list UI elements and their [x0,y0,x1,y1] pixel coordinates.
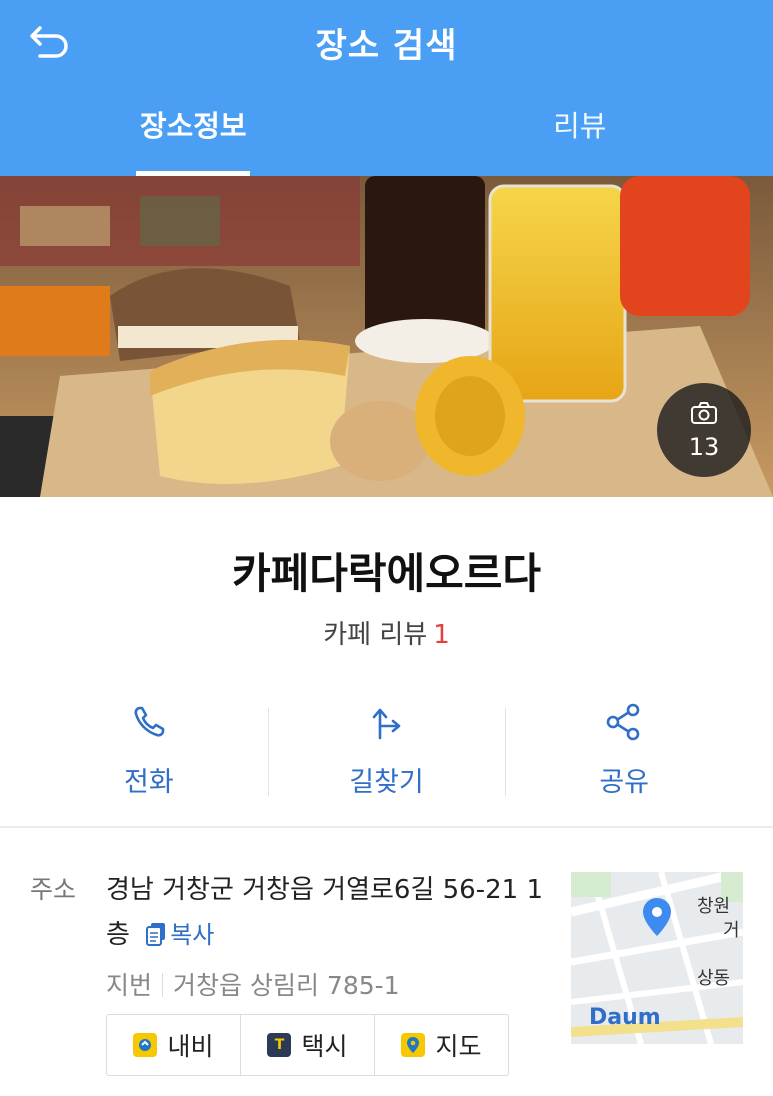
map-pin-icon [401,1033,426,1057]
camera-icon [691,402,717,424]
jibun-text: 거창읍 상림리 785-1 [173,971,400,1000]
directions-button[interactable]: 길찾기 [267,700,506,804]
share-icon [606,703,640,741]
copy-address-button[interactable]: 복사 [146,913,214,958]
share-label: 공유 [599,767,650,798]
taxi-icon: T [267,1033,292,1057]
phone-icon [134,706,165,737]
section-divider [0,826,773,828]
copy-icon [146,923,166,946]
map-thumbnail: 창원 거 상동 Daum [571,872,743,1044]
navi-icon [133,1033,158,1057]
taxi-button[interactable]: T 택시 [240,1015,374,1075]
place-name: 카페다락에오르다 [231,549,542,598]
jibun-separator [162,973,164,997]
place-subtitle: 카페 리뷰 1 [0,614,773,651]
address-label: 주소 [30,875,77,904]
daum-logo: Daum [589,1005,661,1030]
map-label: 지도 [435,1032,482,1061]
place-category: 카페 [323,620,372,650]
tab-place-info[interactable]: 장소정보 [0,96,387,176]
directions-label: 길찾기 [349,767,424,798]
copy-label: 복사 [170,921,215,949]
jibun-address: 지번 거창읍 상림리 785-1 [106,966,400,1002]
map-label-2: 거 [723,920,740,941]
photo-count: 13 [688,433,720,461]
road-address: 경남 거창군 거창읍 거열로6길 56-21 1층 복사 [106,868,556,958]
tab-bar: 장소정보 리뷰 [0,96,773,176]
map-label-1: 창원 [697,896,730,917]
taxi-label: 택시 [301,1032,348,1061]
call-button[interactable]: 전화 [30,700,268,804]
review-label: 리뷰 [379,620,428,650]
review-link[interactable]: 리뷰 1 [379,620,449,650]
map-label-3: 상동 [697,968,730,989]
jibun-label: 지번 [106,971,153,1000]
quick-buttons: 내비 T 택시 지도 [106,1014,509,1076]
directions-icon [372,708,400,740]
map-button[interactable]: 지도 [374,1015,508,1075]
tab-reviews[interactable]: 리뷰 [387,96,773,176]
photo-count-badge[interactable]: 13 [657,383,751,477]
mini-map[interactable]: 창원 거 상동 Daum [571,872,743,1044]
navi-button[interactable]: 내비 [107,1015,240,1075]
app-header: 장소 검색 장소정보 리뷰 [0,0,773,176]
share-button[interactable]: 공유 [505,700,743,804]
call-label: 전화 [123,767,174,798]
action-bar: 전화 길찾기 공유 [30,700,743,804]
navi-label: 내비 [167,1032,214,1061]
review-count: 1 [433,620,450,650]
page-title: 장소 검색 [315,26,458,66]
